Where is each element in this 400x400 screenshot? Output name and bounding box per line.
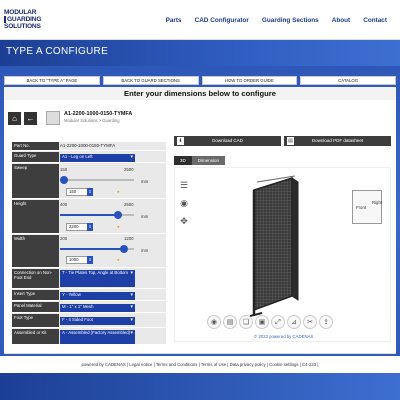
- height-max: 2500: [124, 202, 134, 207]
- how-to-order-guide-button[interactable]: HOW TO ORDER GUIDE: [201, 76, 298, 85]
- download-cad-button[interactable]: ⬇ Download CAD: [174, 136, 281, 146]
- top-navbar: MODULAR GUARDING SOLUTIONS Parts CAD Con…: [0, 0, 400, 40]
- breadcrumb[interactable]: Modular Solutions > Guarding: [64, 118, 120, 123]
- sweep-stepper[interactable]: ⇕: [87, 188, 93, 196]
- part-thumbnail: [46, 111, 60, 125]
- camera-icon[interactable]: ◉: [207, 315, 221, 329]
- tab-3d[interactable]: 3D: [174, 156, 192, 165]
- download-pdf-label: Download PDF datasheet: [311, 138, 364, 143]
- box-icon[interactable]: ▣: [255, 315, 269, 329]
- sweep-min: 150: [60, 167, 68, 172]
- width-slider-handle[interactable]: [120, 245, 128, 253]
- part-header-tools: ⌂ ←: [8, 109, 60, 127]
- back-arrow-icon[interactable]: ←: [24, 111, 37, 125]
- footer-links[interactable]: powered by CADENAS | Legal notice | Term…: [0, 356, 400, 373]
- width-min: 200: [60, 236, 68, 241]
- top-buttons: BACK TO "TYPE A" PAGE BACK TO GUARD SECT…: [4, 76, 396, 85]
- width-label: Width: [12, 235, 59, 267]
- insert-type-label: Insert Type: [12, 290, 59, 300]
- panel-material-label: Panel Material: [12, 302, 59, 312]
- brand-line1: MODULAR: [4, 9, 37, 16]
- download-cad-label: Download CAD: [212, 138, 243, 143]
- brand-line2: GUARDING: [4, 16, 62, 23]
- layers-icon[interactable]: ❏: [239, 315, 253, 329]
- sweep-slider-handle[interactable]: [60, 176, 68, 184]
- view-cube[interactable]: Front Right: [352, 190, 382, 224]
- guard-type-label: Guard Type: [12, 152, 59, 162]
- panel-material-select[interactable]: M - 1" x 1" Mesh: [60, 304, 135, 312]
- cube-right-label: Right: [372, 200, 383, 205]
- height-label: Height: [12, 200, 59, 233]
- configure-headline: Enter your dimensions below to configure: [4, 87, 396, 100]
- home-icon[interactable]: ⌂: [8, 111, 21, 125]
- measure-icon[interactable]: ⊿: [287, 315, 301, 329]
- width-track-fill: [60, 248, 123, 250]
- cut-icon[interactable]: ✂: [303, 315, 317, 329]
- sweep-unit: mm: [141, 179, 149, 184]
- bottom-band: [0, 373, 400, 400]
- page: MODULAR GUARDING SOLUTIONS Parts CAD Con…: [0, 0, 400, 400]
- brand-line3: SOLUTIONS: [4, 23, 41, 30]
- assembled-label: Assembled or Kit: [12, 329, 59, 344]
- nav-cad-configurator[interactable]: CAD Configurator: [195, 17, 249, 24]
- connection-select[interactable]: T - Tie Plates Top, Angle at Bottom: [60, 270, 135, 287]
- back-to-guard-sections-button[interactable]: BACK TO GUARD SECTIONS: [102, 76, 199, 85]
- nav-guarding-sections[interactable]: Guarding Sections: [262, 17, 319, 24]
- nav-links: Parts CAD Configurator Guarding Sections…: [166, 0, 400, 40]
- row-part-no: Part No. A1-2200-1000-0150-TYMFA: [12, 142, 166, 151]
- page-title: TYPE A CONFIGURE: [6, 46, 109, 57]
- foot-type-select[interactable]: F - 4 Sided Foot: [60, 317, 135, 325]
- sweep-max: 2500: [124, 167, 134, 172]
- back-to-type-a-button[interactable]: BACK TO "TYPE A" PAGE: [4, 76, 100, 85]
- nav-about[interactable]: About: [332, 17, 350, 24]
- download-cad-icon: ⬇: [177, 137, 184, 145]
- clipboard-icon[interactable]: ▤: [223, 315, 237, 329]
- height-track-fill: [60, 214, 117, 216]
- insert-type-select[interactable]: Y - Yellow: [60, 292, 135, 300]
- part-no-value: A1-2200-1000-0150-TYMFA: [60, 143, 116, 148]
- viewer-bottom-tools: ◉ ▤ ❏ ▣ ⤢ ⊿ ✂ ⇪: [207, 315, 335, 331]
- download-pdf-button[interactable]: ▤ Download PDF datasheet: [284, 136, 391, 146]
- height-info-icon[interactable]: ●: [117, 224, 120, 229]
- download-row: ⬇ Download CAD ▤ Download PDF datasheet: [174, 136, 391, 146]
- height-slider-handle[interactable]: [114, 211, 122, 219]
- sweep-track: [60, 179, 134, 181]
- tab-dimension[interactable]: Dimension: [191, 156, 226, 165]
- pdf-icon: ▤: [287, 137, 294, 145]
- brand-logo[interactable]: MODULAR GUARDING SOLUTIONS: [4, 9, 62, 31]
- nav-contact[interactable]: Contact: [363, 17, 387, 24]
- page-banner: TYPE A CONFIGURE: [0, 40, 400, 66]
- width-max: 1200: [124, 236, 134, 241]
- nav-parts[interactable]: Parts: [166, 17, 182, 24]
- guard-panel-model: [249, 175, 299, 317]
- width-stepper[interactable]: ⇕: [87, 256, 93, 264]
- width-unit: mm: [141, 248, 149, 253]
- height-unit: mm: [141, 214, 149, 219]
- viewer-tools: ☰ ◉ ✥: [179, 180, 191, 234]
- sweep-label: Sweep: [12, 164, 59, 198]
- assembled-select[interactable]: A - Assembled (Factory Assembled): [60, 330, 135, 344]
- sweep-info-icon[interactable]: ●: [117, 189, 120, 194]
- connection-label: Connection on Non-Foot End: [12, 269, 59, 288]
- cube-front-label: Front: [356, 205, 367, 210]
- share-icon[interactable]: ⇪: [319, 315, 333, 329]
- part-number-title: A1-2200-1000-0150-TYMFA: [64, 111, 133, 117]
- list-icon[interactable]: ☰: [179, 180, 189, 190]
- database-icon[interactable]: ◉: [179, 198, 189, 208]
- catalog-button[interactable]: CATALOG: [300, 76, 396, 85]
- viewer-copyright[interactable]: © 2023 powered by CADENAS: [254, 334, 313, 339]
- height-stepper[interactable]: ⇕: [87, 223, 93, 231]
- width-info-icon[interactable]: ●: [117, 257, 120, 262]
- view-tabs: 3D Dimension: [174, 156, 226, 165]
- move-icon[interactable]: ✥: [179, 216, 189, 226]
- fit-icon[interactable]: ⤢: [271, 315, 285, 329]
- part-no-label: Part No.: [12, 142, 59, 150]
- guard-type-select[interactable]: A1 - Leg on Left: [60, 154, 135, 162]
- foot-type-label: Foot Type: [12, 314, 59, 327]
- height-min: 400: [60, 202, 68, 207]
